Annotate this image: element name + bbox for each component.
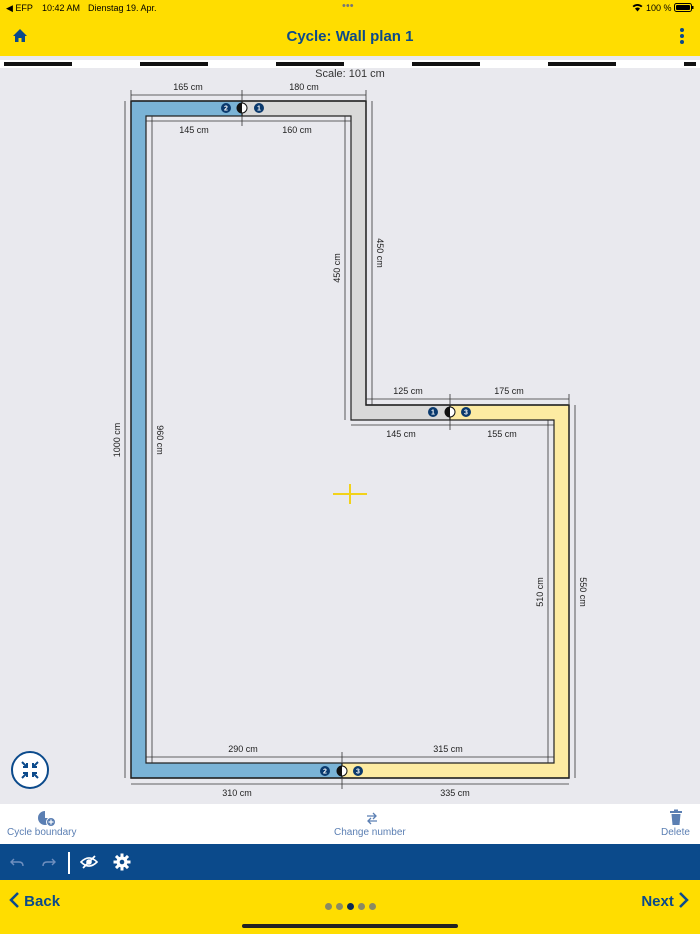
page-title: Cycle: Wall plan 1 xyxy=(286,28,414,45)
swap-arrows-icon xyxy=(367,812,377,825)
dim-left-inner: 960 cm xyxy=(155,425,165,455)
next-label: Next xyxy=(641,893,674,910)
junction-bottom[interactable]: 2 3 xyxy=(320,765,363,777)
action-toolbar: Cycle boundary Change number Delete xyxy=(0,804,700,844)
dim-inner-top-left: 145 cm xyxy=(179,125,209,135)
chevron-left-icon xyxy=(9,892,19,908)
back-label: Back xyxy=(24,893,61,910)
cycle-boundary-button[interactable]: Cycle boundary xyxy=(0,804,96,844)
collapse-arrows-icon xyxy=(21,761,39,779)
status-bar: ◀ EFP 10:42 AM Dienstag 19. Apr. ••• 100… xyxy=(0,0,700,16)
dim-mid-inner-left: 145 cm xyxy=(386,429,416,439)
home-indicator xyxy=(242,924,458,928)
dim-outer-top-left: 165 cm xyxy=(173,82,203,92)
dim-outer-top-right: 180 cm xyxy=(289,82,319,92)
toolbar-divider xyxy=(68,852,70,874)
dim-left-outer: 1000 cm xyxy=(112,423,122,458)
edit-toolbar xyxy=(0,844,700,880)
delete-label: Delete xyxy=(661,827,690,838)
badge-wall-3: 3 xyxy=(464,410,468,417)
badge-wall-3: 3 xyxy=(356,769,360,776)
change-number-label: Change number xyxy=(334,827,406,838)
more-options-icon[interactable] xyxy=(678,26,686,46)
dim-right-upper-inner: 450 cm xyxy=(332,253,342,283)
delete-button[interactable]: Delete xyxy=(652,804,700,844)
pie-add-icon xyxy=(38,811,56,827)
page-indicator xyxy=(325,897,380,915)
gear-icon[interactable] xyxy=(113,853,131,871)
junction-top[interactable]: 2 1 xyxy=(221,102,264,114)
scale-label: Scale: 101 cm xyxy=(315,68,385,80)
trash-icon xyxy=(670,809,682,825)
chevron-right-icon xyxy=(679,892,689,908)
back-button[interactable]: Back xyxy=(8,892,60,910)
dim-mid-outer-right: 175 cm xyxy=(494,386,524,396)
top-bar: Cycle: Wall plan 1 xyxy=(0,16,700,56)
undo-icon[interactable] xyxy=(10,856,24,868)
cycle-boundary-label: Cycle boundary xyxy=(7,827,77,838)
fit-to-screen-button[interactable] xyxy=(11,751,49,789)
crosshair-icon xyxy=(333,484,367,504)
dim-mid-outer-left: 125 cm xyxy=(393,386,423,396)
carrier-label: ◀ EFP xyxy=(6,3,33,13)
badge-wall-1: 1 xyxy=(431,410,435,417)
junction-middle[interactable]: 1 3 xyxy=(428,406,471,418)
dim-bottom-inner-right: 315 cm xyxy=(433,744,463,754)
next-button[interactable]: Next xyxy=(641,892,690,910)
visibility-off-icon[interactable] xyxy=(80,854,98,870)
dim-bottom-outer-right: 335 cm xyxy=(440,788,470,798)
bottom-navigation: Back Next xyxy=(0,880,700,934)
wall-plan-canvas[interactable]: 165 cm 180 cm 145 cm 160 cm 450 cm 450 c… xyxy=(0,80,700,800)
wifi-icon xyxy=(632,3,643,14)
wall-1[interactable] xyxy=(241,100,451,421)
scale-ruler xyxy=(0,60,700,68)
dim-mid-inner-right: 155 cm xyxy=(487,429,517,439)
dim-right-lower-inner: 510 cm xyxy=(535,577,545,607)
battery-icon xyxy=(674,3,694,14)
badge-wall-2: 2 xyxy=(224,106,228,113)
dim-bottom-inner-left: 290 cm xyxy=(228,744,258,754)
date-label: Dienstag 19. Apr. xyxy=(88,3,157,13)
dim-bottom-outer-left: 310 cm xyxy=(222,788,252,798)
dim-inner-top-right: 160 cm xyxy=(282,125,312,135)
dim-right-lower-outer: 550 cm xyxy=(578,577,588,607)
badge-wall-1: 1 xyxy=(257,106,261,113)
change-number-button[interactable]: Change number xyxy=(322,804,422,844)
dim-right-upper-outer: 450 cm xyxy=(375,238,385,268)
redo-icon[interactable] xyxy=(42,856,56,868)
time-label: 10:42 AM xyxy=(42,3,81,13)
badge-wall-2: 2 xyxy=(323,769,327,776)
dimension-lines xyxy=(124,90,576,789)
multitask-icon[interactable]: ••• xyxy=(342,0,354,12)
battery-label: 100 % xyxy=(646,3,672,13)
